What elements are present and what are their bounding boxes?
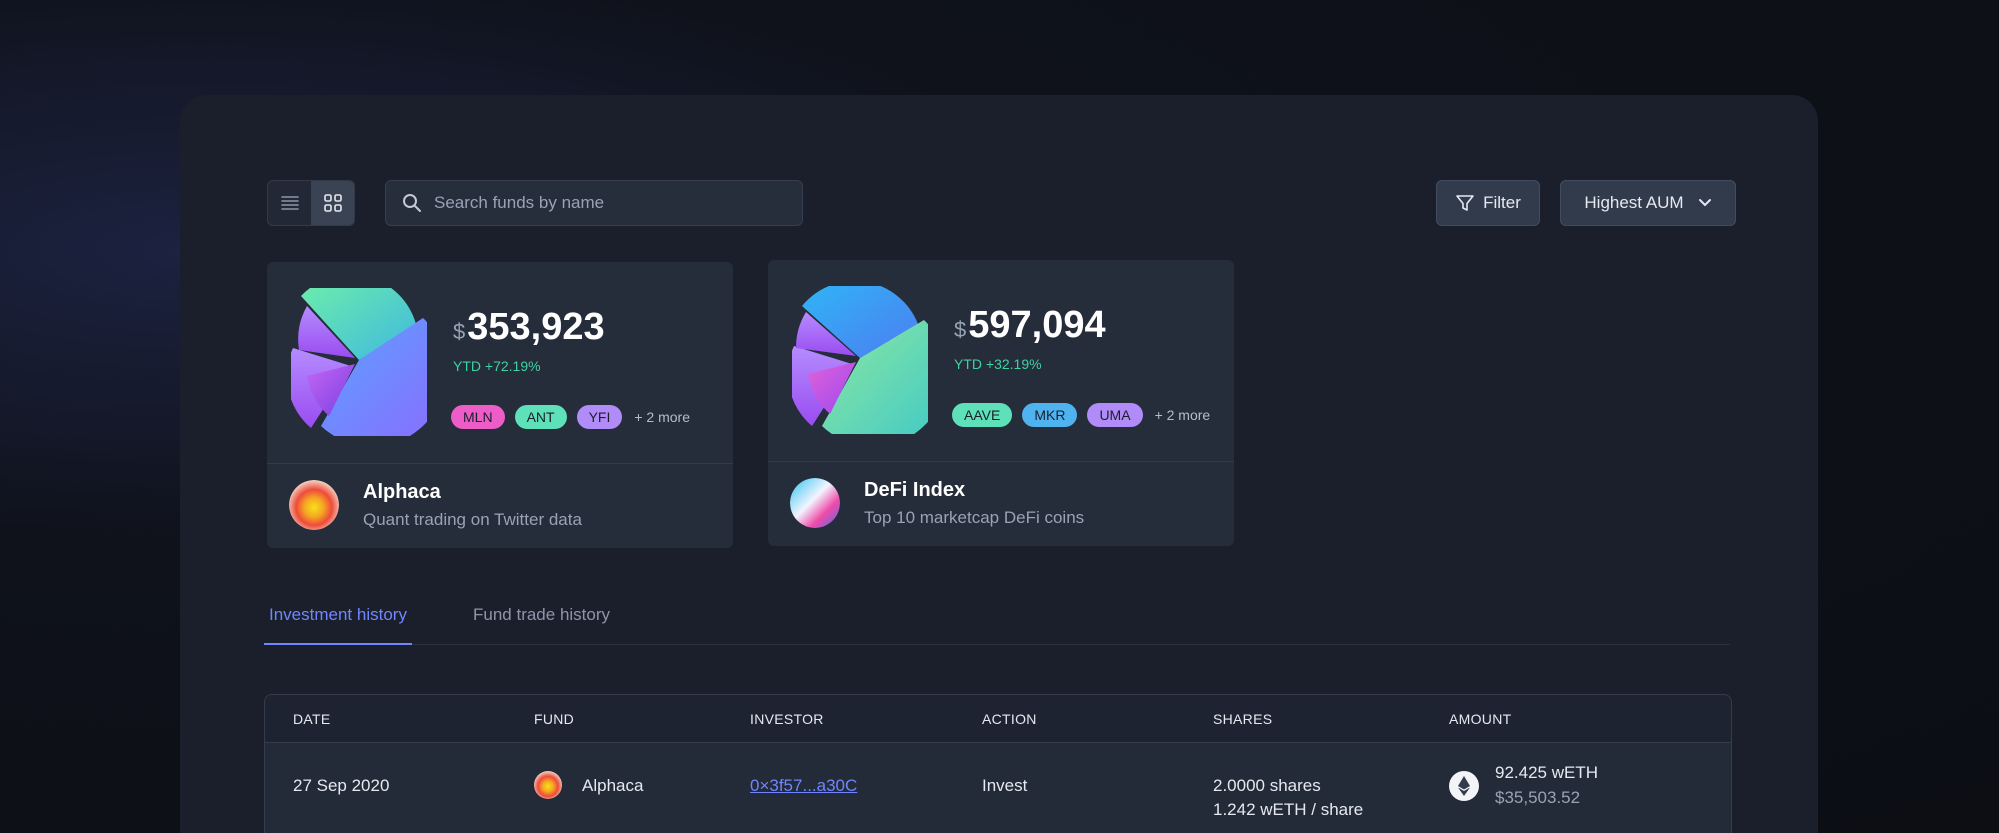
currency-symbol: $ [954,317,967,342]
fund-avatar [289,480,339,530]
fund-card[interactable]: $597,094 YTD +32.19% AAVE MKR UMA + 2 mo… [768,260,1234,546]
token-tag: MLN [451,405,505,429]
token-tag: YFI [576,405,623,429]
list-icon [280,196,299,210]
fund-card-footer: DeFi Index Top 10 marketcap DeFi coins [768,462,1234,546]
row-amount-usd: $35,503.52 [1495,788,1581,807]
fund-value: $597,094 [954,304,1106,347]
row-shares: 2.0000 shares [1213,776,1321,795]
token-tags: AAVE MKR UMA + 2 more [952,403,1210,427]
column-header-date: DATE [293,711,331,727]
token-tags: MLN ANT YFI + 2 more [451,405,690,429]
fund-card-summary: $353,923 YTD +72.19% MLN ANT YFI + 2 mor… [267,262,733,464]
row-fund-name[interactable]: Alphaca [582,776,643,796]
view-toggle [267,180,355,226]
column-header-amount: AMOUNT [1449,711,1512,727]
sort-dropdown[interactable]: Highest AUM [1560,180,1736,226]
fund-description: Quant trading on Twitter data [363,510,582,529]
main-panel: Filter Highest AUM [180,95,1818,833]
fund-value-amount: 353,923 [467,306,605,348]
token-tag: MKR [1022,403,1078,427]
fund-avatar [534,771,562,799]
list-view-button[interactable] [268,181,311,225]
more-tokens-label: + 2 more [634,409,690,425]
fund-card-footer: Alphaca Quant trading on Twitter data [267,464,733,548]
fund-allocation-pie [792,286,928,434]
fund-value: $353,923 [453,306,605,349]
search-icon [403,194,421,212]
fund-card[interactable]: $353,923 YTD +72.19% MLN ANT YFI + 2 mor… [267,262,733,548]
sort-label: Highest AUM [1584,193,1684,212]
tab-investment-history[interactable]: Investment history [264,595,412,645]
history-tabs: Investment history Fund trade history [264,595,1730,645]
investment-history-table: DATE FUND INVESTOR ACTION SHARES AMOUNT … [264,694,1732,833]
tab-fund-trade-history[interactable]: Fund trade history [468,595,615,645]
ytd-return: YTD +32.19% [954,356,1042,372]
fund-value-amount: 597,094 [968,304,1106,346]
filter-button[interactable]: Filter [1436,180,1540,226]
table-row[interactable]: 27 Sep 2020 Alphaca 0×3f57...a30C Invest… [265,743,1731,833]
fund-card-summary: $597,094 YTD +32.19% AAVE MKR UMA + 2 mo… [768,260,1234,462]
grid-icon [323,194,342,212]
filter-icon [1456,195,1474,211]
eth-icon [1449,771,1479,801]
table-header: DATE FUND INVESTOR ACTION SHARES AMOUNT [265,695,1731,743]
column-header-action: ACTION [982,711,1037,727]
ytd-return: YTD +72.19% [453,358,541,374]
grid-view-button[interactable] [311,181,354,225]
row-price-per-share: 1.242 wETH / share [1213,800,1364,819]
row-date: 27 Sep 2020 [293,776,390,795]
fund-name: Alphaca [363,481,441,503]
fund-avatar [790,478,840,528]
fund-allocation-pie [291,288,427,436]
chevron-down-icon [1698,199,1711,207]
fund-description: Top 10 marketcap DeFi coins [864,508,1085,527]
search-box[interactable] [385,180,803,226]
currency-symbol: $ [453,319,466,344]
token-tag: ANT [514,405,567,429]
row-action: Invest [982,776,1028,795]
token-tag: UMA [1087,403,1143,427]
search-input[interactable] [434,193,774,213]
row-amount: 92.425 wETH [1495,763,1598,782]
column-header-fund: FUND [534,711,575,727]
filter-label: Filter [1483,193,1521,212]
token-tag: AAVE [952,403,1013,427]
more-tokens-label: + 2 more [1154,407,1211,423]
column-header-investor: INVESTOR [750,711,824,727]
fund-name: DeFi Index [864,479,966,501]
investor-address-link[interactable]: 0×3f57...a30C [750,776,857,796]
column-header-shares: SHARES [1213,711,1273,727]
